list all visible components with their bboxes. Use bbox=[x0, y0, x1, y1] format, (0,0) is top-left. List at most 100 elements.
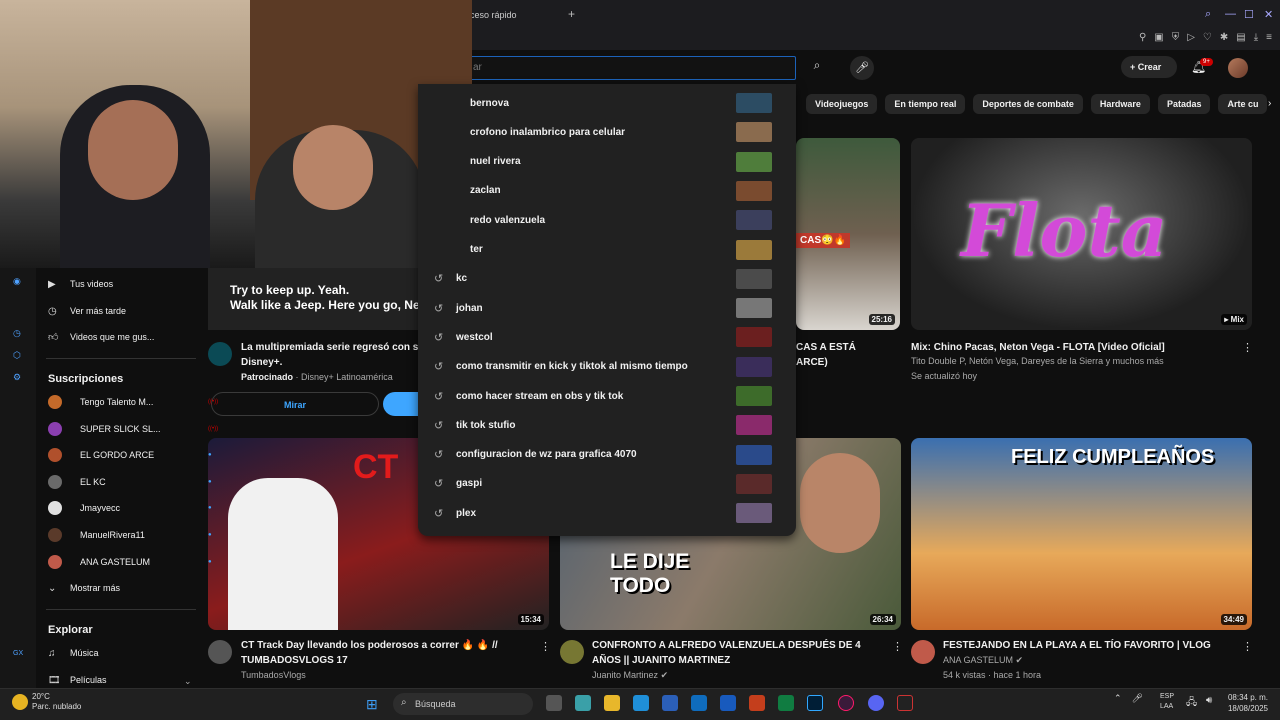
heart-icon[interactable]: ♡ bbox=[1203, 32, 1212, 43]
video-channel[interactable]: Juanito Martinez ✔ bbox=[592, 668, 668, 683]
video-title[interactable]: CAS A ESTÁ ARCE) bbox=[796, 340, 896, 370]
taskbar-search[interactable]: Búsqueda bbox=[393, 693, 533, 715]
watch-ad-button[interactable]: Mirar bbox=[211, 392, 379, 416]
more-options-icon[interactable]: ⋮ bbox=[1242, 341, 1253, 354]
sidebar-item-liked[interactable]: 👍︎ Videos que me gus... bbox=[48, 327, 198, 347]
video-thumbnail[interactable]: FELIZ CUMPLEAÑOS 34:49 bbox=[911, 438, 1252, 630]
video-title[interactable]: Mix: Chino Pacas, Neton Vega - FLOTA [Vi… bbox=[911, 340, 1231, 355]
download-icon[interactable]: ⤓ bbox=[1254, 32, 1258, 43]
history-icon[interactable]: ◷ bbox=[13, 328, 21, 339]
ad-cta-button[interactable] bbox=[383, 392, 423, 416]
chevron-down-icon[interactable]: ⌄ bbox=[184, 676, 192, 687]
weather-icon[interactable] bbox=[12, 694, 28, 710]
weather-widget[interactable]: 20°C Parc. nublado bbox=[32, 692, 81, 712]
video-title[interactable]: CT Track Day llevando los poderosos a co… bbox=[241, 638, 531, 668]
windows-start-icon[interactable]: ⊞ bbox=[366, 696, 378, 713]
search-suggestion[interactable]: ↺ johan bbox=[418, 294, 796, 322]
menu-icon[interactable]: ≡ bbox=[1266, 32, 1272, 43]
search-suggestion[interactable]: ↺ kc bbox=[418, 265, 796, 293]
excel-icon[interactable] bbox=[778, 695, 794, 711]
search-suggestion[interactable]: ↺ como transmitir en kick y tiktok al mis… bbox=[418, 353, 796, 381]
photoshop-icon[interactable] bbox=[807, 695, 823, 711]
powerpoint-icon[interactable] bbox=[749, 695, 765, 711]
microphone-icon[interactable]: 🎤︎ bbox=[1132, 693, 1143, 704]
edge-icon[interactable] bbox=[633, 695, 649, 711]
voice-search-button[interactable]: 🎤︎ bbox=[850, 56, 874, 80]
sidebar-subscription[interactable]: SUPER SLICK SL... ((•)) bbox=[48, 419, 218, 439]
more-options-icon[interactable]: ⋮ bbox=[1242, 640, 1253, 653]
search-suggestion[interactable]: ↺ configuracion de wz para grafica 4070 bbox=[418, 441, 796, 469]
search-suggestion[interactable]: bernova bbox=[418, 89, 796, 117]
chip[interactable]: Hardware bbox=[1090, 94, 1150, 114]
settings-icon[interactable]: ⚙ bbox=[13, 372, 21, 383]
extensions-icon[interactable]: ⬡ bbox=[13, 350, 21, 361]
video-thumbnail[interactable]: Flota ▸ Mix bbox=[911, 138, 1252, 330]
search-suggestion[interactable]: zaclan bbox=[418, 177, 796, 205]
new-tab-button[interactable]: + bbox=[568, 7, 575, 21]
ad-title[interactable]: La multipremiada serie regresó con s Disn… bbox=[241, 340, 421, 370]
network-icon[interactable]: 🖧︎ bbox=[1186, 695, 1197, 712]
video-title[interactable]: FESTEJANDO EN LA PLAYA A EL TÍO FAVORITO… bbox=[943, 638, 1233, 653]
volume-icon[interactable]: 🔊︎ bbox=[1206, 695, 1212, 706]
app-icon[interactable] bbox=[897, 695, 913, 711]
sidebar-subscription[interactable]: ManuelRivera11 ● bbox=[48, 525, 212, 545]
outlook-icon[interactable] bbox=[691, 695, 707, 711]
chip[interactable]: Deportes de combate bbox=[973, 94, 1083, 114]
search-suggestion[interactable]: ter bbox=[418, 236, 796, 264]
sidebar-item-music[interactable]: ♫ Música bbox=[48, 643, 198, 663]
search-button[interactable]: ⌕ bbox=[804, 58, 830, 78]
play-icon[interactable]: ▷ bbox=[1187, 32, 1195, 43]
avatar[interactable] bbox=[1228, 58, 1248, 78]
clock[interactable]: 08:34 p. m. 18/08/2025 bbox=[1226, 692, 1268, 714]
shield-icon[interactable]: ⛨ bbox=[1172, 32, 1180, 43]
search-icon[interactable]: ⌕ bbox=[1205, 8, 1211, 21]
create-button[interactable]: + Crear bbox=[1121, 56, 1177, 78]
discord-icon[interactable] bbox=[868, 695, 884, 711]
task-view-icon[interactable] bbox=[546, 695, 562, 711]
search-suggestion[interactable]: ↺ como hacer stream en obs y tik tok bbox=[418, 382, 796, 410]
search-input[interactable]: ar bbox=[470, 56, 796, 80]
channel-avatar[interactable] bbox=[208, 640, 232, 664]
more-options-icon[interactable]: ⋮ bbox=[540, 640, 551, 653]
sidebar-subscription[interactable]: ANA GASTELUM ● bbox=[48, 552, 212, 572]
sidebar-item-your-videos[interactable]: ▶ Tus videos bbox=[48, 274, 198, 294]
file-explorer-icon[interactable] bbox=[604, 695, 620, 711]
chip[interactable]: Patadas bbox=[1157, 94, 1211, 114]
video-channel[interactable]: Tito Double P, Netón Vega, Dareyes de la… bbox=[911, 354, 1164, 369]
puzzle-icon[interactable]: ✱ bbox=[1220, 32, 1228, 43]
tab-title[interactable]: ceso rápido bbox=[470, 10, 517, 20]
chip[interactable]: En tiempo real bbox=[885, 94, 966, 114]
gx-icon[interactable]: GX bbox=[13, 650, 23, 657]
search-suggestion[interactable]: ↺ tik tok stufio bbox=[418, 411, 796, 439]
copilot-icon[interactable] bbox=[575, 695, 591, 711]
word-icon[interactable] bbox=[720, 695, 736, 711]
sidebar-subscription[interactable]: Tengo Talento M... ((•)) bbox=[48, 392, 218, 412]
sidebar-subscription[interactable]: Jmayvecc ● bbox=[48, 498, 212, 518]
minimize-icon[interactable]: — bbox=[1225, 8, 1236, 20]
pin-icon[interactable]: ⚲ bbox=[1139, 32, 1146, 43]
chip[interactable]: Arte cu bbox=[1218, 94, 1268, 114]
search-suggestion[interactable]: ↺ gaspi bbox=[418, 470, 796, 498]
maximize-icon[interactable]: ☐ bbox=[1244, 8, 1254, 21]
search-suggestion[interactable]: ↺ westcol bbox=[418, 323, 796, 351]
search-suggestion[interactable]: ↺ plex bbox=[418, 499, 796, 527]
search-suggestion[interactable]: crofono inalambrico para celular bbox=[418, 118, 796, 146]
search-suggestion[interactable]: redo valenzuela bbox=[418, 206, 796, 234]
opera-nav-icon[interactable]: ◉ bbox=[13, 276, 21, 287]
close-icon[interactable]: ✕ bbox=[1264, 8, 1273, 21]
wallet-icon[interactable]: ▤ bbox=[1236, 32, 1245, 43]
video-thumbnail[interactable]: CAS😳🔥 25:16 bbox=[796, 138, 900, 330]
opera-gx-icon[interactable] bbox=[838, 695, 854, 711]
store-icon[interactable] bbox=[662, 695, 678, 711]
sidebar-subscription[interactable]: EL GORDO ARCE ● bbox=[48, 445, 212, 465]
sidebar-item-watch-later[interactable]: ◷ Ver más tarde bbox=[48, 301, 198, 321]
video-channel[interactable]: ANA GASTELUM ✔ bbox=[943, 653, 1023, 668]
language-indicator[interactable]: ESP LAA bbox=[1160, 692, 1174, 712]
video-title[interactable]: CONFRONTO A ALFREDO VALENZUELA DESPUÉS D… bbox=[592, 638, 882, 668]
video-channel[interactable]: TumbadosVlogs bbox=[241, 668, 306, 683]
channel-avatar[interactable] bbox=[911, 640, 935, 664]
chip[interactable]: Videojuegos bbox=[806, 94, 878, 114]
sidebar-item-movies[interactable]: 🎞︎ Películas bbox=[48, 670, 198, 690]
sidebar-subscription[interactable]: EL KC ● bbox=[48, 472, 212, 492]
more-options-icon[interactable]: ⋮ bbox=[892, 640, 903, 653]
